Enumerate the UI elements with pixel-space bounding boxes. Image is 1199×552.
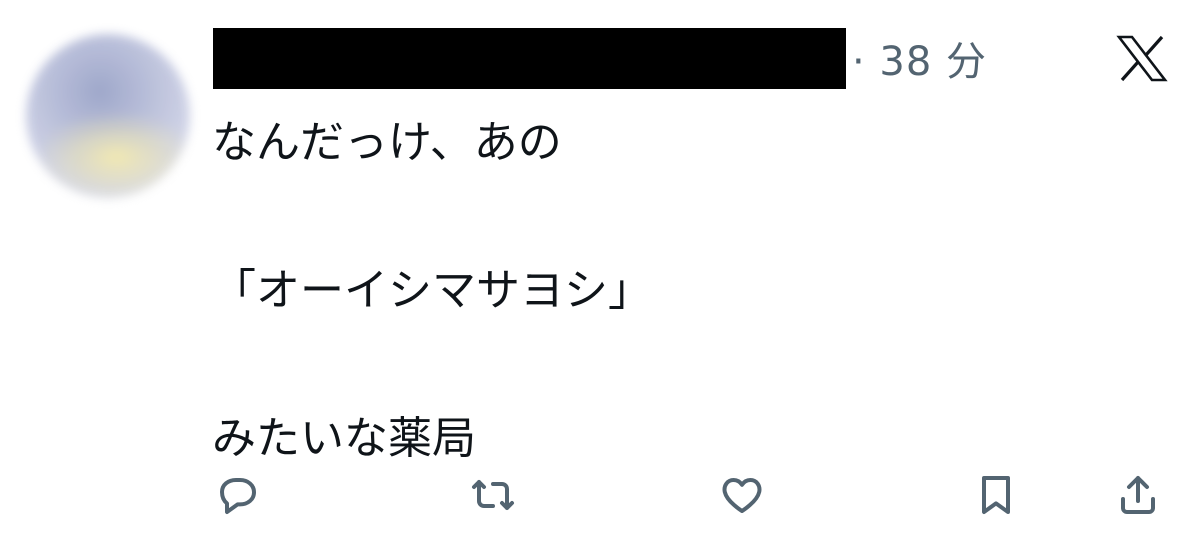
timestamp[interactable]: · 38 分 — [852, 29, 987, 87]
retweet-icon — [472, 480, 514, 510]
reply-icon — [220, 478, 256, 514]
x-logo-icon — [1116, 35, 1168, 82]
tweet-text-line — [212, 180, 1112, 254]
action-bar — [0, 470, 1199, 520]
tweet-text-line: みたいな薬局 — [212, 413, 476, 464]
bookmark-button[interactable] — [970, 470, 1022, 520]
retweet-button[interactable] — [467, 470, 519, 520]
tweet-text-line — [212, 328, 1112, 402]
share-icon — [1121, 476, 1155, 514]
like-button[interactable] — [716, 470, 768, 520]
heart-icon — [722, 478, 762, 513]
tweet-text: なんだっけ、あの「オーイシマサヨシ」 みたいな薬局 — [212, 106, 1112, 476]
bookmark-icon — [982, 476, 1010, 514]
avatar[interactable] — [26, 34, 190, 198]
tweet-header: · 38 分 — [213, 27, 987, 89]
share-button[interactable] — [1112, 470, 1164, 520]
tweet-text-line: 「オーイシマサヨシ」 — [212, 265, 652, 316]
redacted-username[interactable] — [213, 27, 846, 89]
tweet-text-line: なんだっけ、あの — [212, 117, 562, 168]
reply-button[interactable] — [212, 470, 264, 520]
